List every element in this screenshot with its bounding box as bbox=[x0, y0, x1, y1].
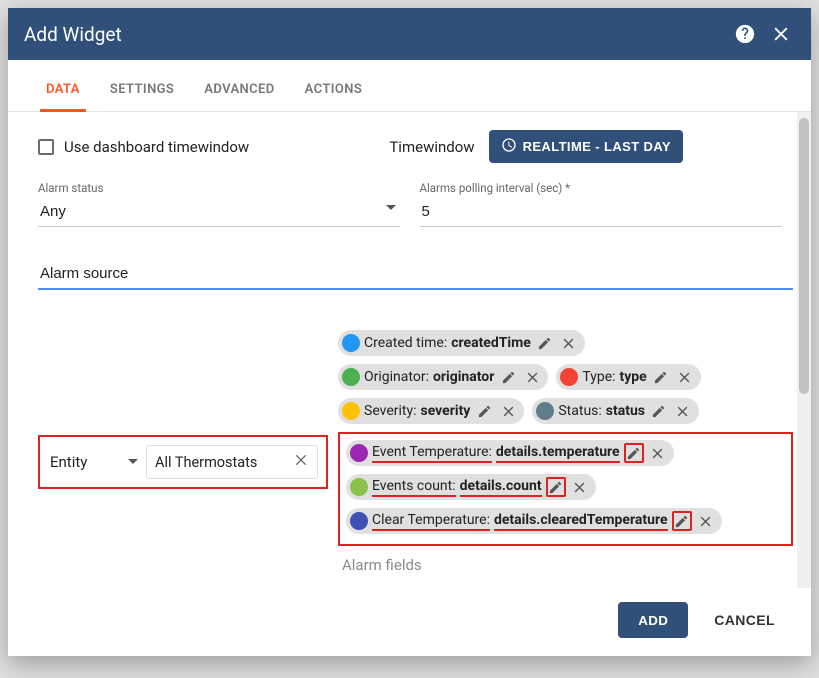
dialog-content: Use dashboard timewindow Timewindow REAL… bbox=[8, 112, 811, 588]
field-chip-events-count[interactable]: Events count: details.count bbox=[346, 474, 596, 500]
color-dot bbox=[350, 444, 368, 462]
chip-value: details.clearedTemperature bbox=[494, 512, 668, 531]
field-chip-event-temperature[interactable]: Event Temperature: details.temperature bbox=[346, 440, 674, 466]
vertical-scrollbar[interactable] bbox=[797, 112, 811, 588]
chip-value: type bbox=[620, 369, 647, 385]
chip-label: Status: bbox=[558, 403, 601, 419]
help-icon[interactable] bbox=[731, 20, 759, 48]
dialog-titlebar: Add Widget bbox=[8, 8, 811, 60]
chip-value: status bbox=[606, 403, 645, 419]
entity-alias-value: All Thermostats bbox=[155, 454, 257, 471]
remove-icon[interactable] bbox=[522, 367, 542, 387]
remove-icon[interactable] bbox=[570, 477, 590, 497]
chip-label: Severity: bbox=[364, 403, 417, 419]
alarm-source-input[interactable] bbox=[38, 263, 793, 290]
field-chip-clear-temperature[interactable]: Clear Temperature: details.clearedTemper… bbox=[346, 508, 722, 534]
tab-actions[interactable]: ACTIONS bbox=[299, 68, 369, 112]
chip-label: Created time: bbox=[364, 335, 447, 351]
color-dot bbox=[342, 402, 360, 420]
edit-icon[interactable] bbox=[672, 511, 692, 531]
remove-icon[interactable] bbox=[675, 367, 695, 387]
realtime-button-label: REALTIME - LAST DAY bbox=[523, 139, 671, 154]
clear-icon[interactable] bbox=[293, 452, 309, 472]
edit-icon[interactable] bbox=[546, 477, 566, 497]
dialog-footer: ADD CANCEL bbox=[8, 588, 811, 656]
chip-label: Type: bbox=[582, 369, 615, 385]
field-chip-originator[interactable]: Originator: originator bbox=[338, 364, 548, 390]
color-dot bbox=[350, 512, 368, 530]
chip-value: details.temperature bbox=[496, 444, 620, 463]
field-chip-severity[interactable]: Severity: severity bbox=[338, 398, 524, 424]
remove-icon[interactable] bbox=[696, 511, 716, 531]
polling-interval-label: Alarms polling interval (sec) * bbox=[420, 181, 782, 195]
remove-icon[interactable] bbox=[498, 401, 518, 421]
cancel-button[interactable]: CANCEL bbox=[706, 602, 783, 638]
tabs: DATA SETTINGS ADVANCED ACTIONS bbox=[8, 68, 811, 112]
chevron-down-icon bbox=[128, 459, 138, 464]
remove-icon[interactable] bbox=[673, 401, 693, 421]
edit-icon[interactable] bbox=[498, 367, 518, 387]
entity-type-select[interactable]: Entity bbox=[48, 445, 140, 479]
scroll-thumb[interactable] bbox=[799, 118, 809, 394]
add-button[interactable]: ADD bbox=[618, 602, 688, 638]
chevron-down-icon bbox=[386, 205, 396, 210]
chip-value: originator bbox=[433, 369, 494, 385]
chip-value: severity bbox=[421, 403, 471, 419]
color-dot bbox=[342, 334, 360, 352]
edit-icon[interactable] bbox=[651, 367, 671, 387]
realtime-button[interactable]: REALTIME - LAST DAY bbox=[489, 130, 683, 163]
entity-type-value: Entity bbox=[50, 453, 87, 471]
edit-icon[interactable] bbox=[624, 443, 644, 463]
use-dashboard-timewindow-label: Use dashboard timewindow bbox=[64, 138, 249, 156]
chip-label: Originator: bbox=[364, 369, 429, 385]
entity-alias-input[interactable]: All Thermostats bbox=[146, 445, 318, 479]
color-dot bbox=[342, 368, 360, 386]
chip-label: Events count: bbox=[372, 478, 456, 497]
chip-value: createdTime bbox=[451, 335, 531, 351]
tab-data[interactable]: DATA bbox=[40, 68, 86, 112]
clock-icon bbox=[501, 137, 517, 156]
field-chip-status[interactable]: Status: status bbox=[532, 398, 699, 424]
chip-label: Event Temperature: bbox=[372, 444, 492, 463]
dialog-title: Add Widget bbox=[24, 23, 723, 46]
field-chip-created[interactable]: Created time: createdTime bbox=[338, 330, 585, 356]
color-dot bbox=[560, 368, 578, 386]
add-widget-dialog: Add Widget DATA SETTINGS ADVANCED ACTION… bbox=[8, 8, 811, 656]
timewindow-label: Timewindow bbox=[389, 138, 474, 156]
use-dashboard-timewindow[interactable]: Use dashboard timewindow bbox=[38, 138, 249, 156]
polling-interval-input[interactable] bbox=[420, 199, 782, 227]
remove-icon[interactable] bbox=[648, 443, 668, 463]
remove-icon[interactable] bbox=[559, 333, 579, 353]
close-icon[interactable] bbox=[767, 20, 795, 48]
entity-alias-group: Entity All Thermostats bbox=[38, 435, 328, 489]
tab-advanced[interactable]: ADVANCED bbox=[198, 68, 280, 112]
edit-icon[interactable] bbox=[535, 333, 555, 353]
chip-label: Clear Temperature: bbox=[372, 512, 490, 531]
alarm-fields-input[interactable]: Alarm fields bbox=[338, 546, 793, 576]
edit-icon[interactable] bbox=[649, 401, 669, 421]
chip-value: details.count bbox=[460, 478, 542, 497]
alarm-status-label: Alarm status bbox=[38, 181, 400, 195]
color-dot bbox=[536, 402, 554, 420]
alarm-status-select[interactable] bbox=[38, 199, 400, 227]
edit-icon[interactable] bbox=[474, 401, 494, 421]
checkbox-icon[interactable] bbox=[38, 139, 54, 155]
color-dot bbox=[350, 478, 368, 496]
field-chip-type[interactable]: Type: type bbox=[556, 364, 700, 390]
custom-fields-group: Event Temperature: details.temperature E… bbox=[338, 432, 793, 546]
tab-settings[interactable]: SETTINGS bbox=[104, 68, 180, 112]
